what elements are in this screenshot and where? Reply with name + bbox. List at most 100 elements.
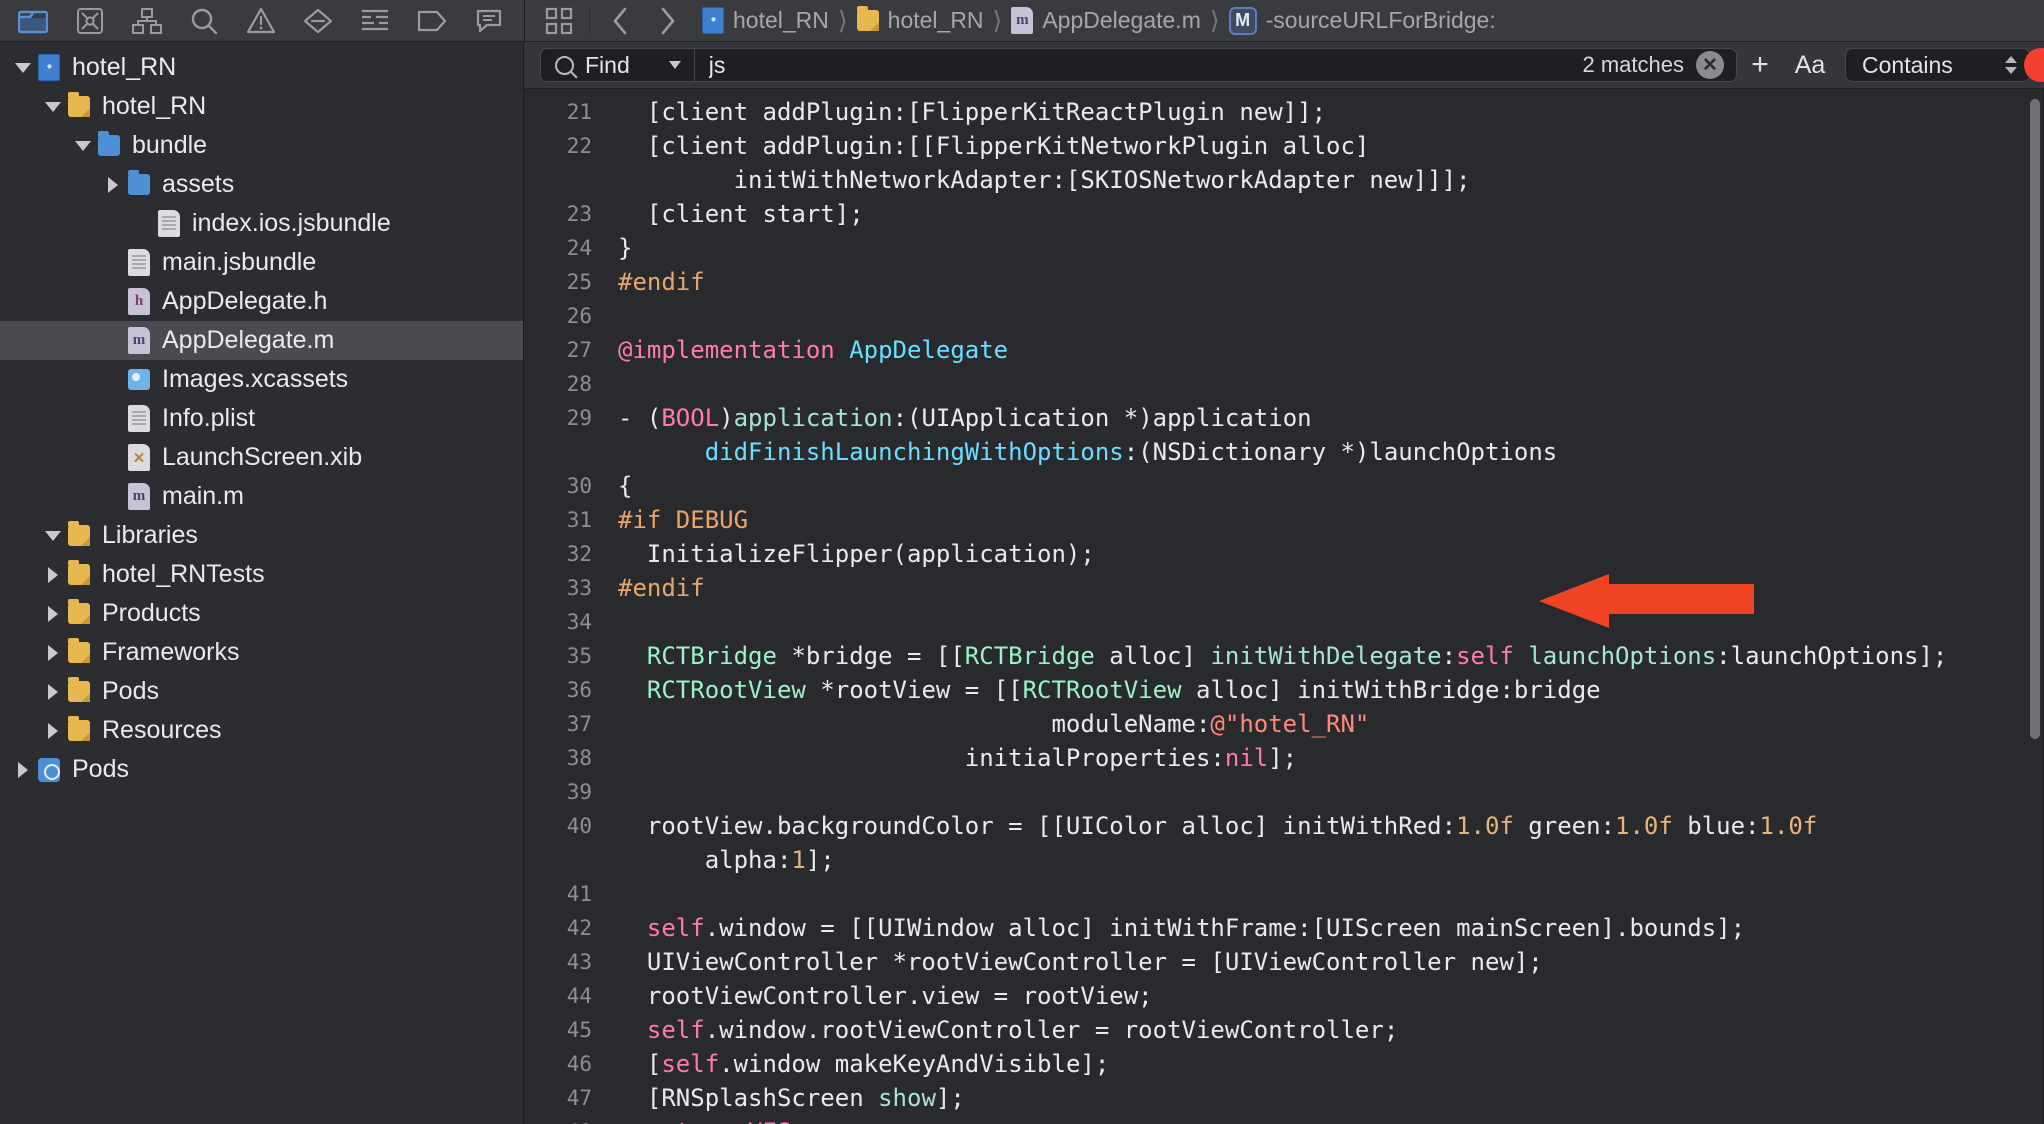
code-line[interactable]: #endif xyxy=(618,571,2044,605)
code-line[interactable]: moduleName:@"hotel_RN" xyxy=(618,707,2044,741)
source-control-icon[interactable] xyxy=(61,2,118,40)
match-style-selector[interactable]: Contains xyxy=(1845,48,2030,82)
code-line[interactable]: RCTRootView *rootView = [[RCTRootView al… xyxy=(618,673,2044,707)
code-line[interactable]: rootView.backgroundColor = [[UIColor all… xyxy=(618,809,2044,843)
code-line[interactable]: didFinishLaunchingWithOptions:(NSDiction… xyxy=(618,435,2044,469)
code-line[interactable]: InitializeFlipper(application); xyxy=(618,537,2044,571)
folder-icon xyxy=(68,638,90,663)
test-diamond-icon[interactable] xyxy=(289,2,346,40)
sidebar-item-resources[interactable]: Resources xyxy=(0,711,523,750)
add-search-button[interactable]: + xyxy=(1737,45,1783,85)
disclosure-open-icon[interactable] xyxy=(40,101,66,112)
code-line[interactable]: [RNSplashScreen show]; xyxy=(618,1081,2044,1115)
sidebar-item-launchscreen-xib[interactable]: ✕ LaunchScreen.xib xyxy=(0,438,523,477)
code-line[interactable]: return YES; xyxy=(618,1115,2044,1124)
project-navigator[interactable]: hotel_RN hotel_RN bundle assets index.ios.js… xyxy=(0,42,524,1124)
grid-icon[interactable] xyxy=(531,2,587,40)
warning-triangle-icon[interactable] xyxy=(232,2,289,40)
code-line[interactable]: { xyxy=(618,469,2044,503)
tag-icon[interactable] xyxy=(403,2,460,40)
code-line[interactable]: initialProperties:nil]; xyxy=(618,741,2044,775)
disclosure-open-icon[interactable] xyxy=(70,140,96,151)
code-token: rootViewController.view = rootView; xyxy=(618,982,1153,1010)
code-token: ) xyxy=(719,404,734,432)
sidebar-item-products[interactable]: Products xyxy=(0,594,523,633)
sidebar-item-main-jsbundle[interactable]: main.jsbundle xyxy=(0,243,523,282)
breadcrumb-label: hotel_RN xyxy=(887,7,984,33)
clear-search-icon[interactable]: ✕ xyxy=(1696,51,1724,79)
folder-icon xyxy=(68,677,90,702)
sidebar-item-libraries[interactable]: Libraries xyxy=(0,516,523,555)
navigate-forward-button[interactable] xyxy=(644,2,692,40)
disclosure-closed-icon[interactable] xyxy=(40,722,66,739)
breadcrumb-item-project[interactable]: hotel_RN xyxy=(702,7,829,34)
find-scope-selector[interactable]: Find xyxy=(541,49,694,81)
code-line[interactable] xyxy=(618,775,2044,809)
code-line[interactable]: [self.window makeKeyAndVisible]; xyxy=(618,1047,2044,1081)
disclosure-open-icon[interactable] xyxy=(40,530,66,541)
objc-file-icon: m xyxy=(1011,7,1034,34)
sidebar-item-hotel-rntests[interactable]: hotel_RNTests xyxy=(0,555,523,594)
code-line[interactable] xyxy=(618,605,2044,639)
debug-list-icon[interactable] xyxy=(346,2,403,40)
code-line[interactable]: UIViewController *rootViewController = [… xyxy=(618,945,2044,979)
code-line[interactable]: rootViewController.view = rootView; xyxy=(618,979,2044,1013)
breadcrumb-item-folder[interactable]: hotel_RN xyxy=(856,6,984,34)
search-input[interactable] xyxy=(694,51,1583,79)
match-case-button[interactable]: Aa xyxy=(1783,45,1837,85)
navigate-back-button[interactable] xyxy=(596,2,644,40)
code-line[interactable]: @implementation AppDelegate xyxy=(618,333,2044,367)
disclosure-closed-icon[interactable] xyxy=(10,761,36,778)
sidebar-item-appdelegate-m[interactable]: m AppDelegate.m xyxy=(0,321,523,360)
code-line[interactable]: - (BOOL)application:(UIApplication *)app… xyxy=(618,401,2044,435)
code-line[interactable] xyxy=(618,877,2044,911)
code-token: #endif xyxy=(618,268,705,296)
sidebar-item-assets[interactable]: assets xyxy=(0,165,523,204)
code-line[interactable]: self.window.rootViewController = rootVie… xyxy=(618,1013,2044,1047)
sidebar-item-hotel-rn[interactable]: hotel_RN xyxy=(0,87,523,126)
search-icon[interactable] xyxy=(175,2,232,40)
sidebar-item-label: Products xyxy=(102,599,201,627)
disclosure-closed-icon[interactable] xyxy=(100,176,126,193)
code-line[interactable]: alpha:1]; xyxy=(618,843,2044,877)
stepper-icon[interactable] xyxy=(2005,56,2017,74)
code-line[interactable]: initWithNetworkAdapter:[SKIOSNetworkAdap… xyxy=(618,163,2044,197)
code-line[interactable]: #endif xyxy=(618,265,2044,299)
code-token: #endif xyxy=(618,574,705,602)
code-editor[interactable]: 21 22 23 24 25 26 27 28 29 30 31 32 33 34 35 36 37 38 39 40… xyxy=(524,89,2044,1124)
vertical-scrollbar[interactable] xyxy=(2030,99,2040,739)
code-line[interactable]: [client addPlugin:[FlipperKitReactPlugin… xyxy=(618,95,2044,129)
sidebar-item-index-ios-jsbundle[interactable]: index.ios.jsbundle xyxy=(0,204,523,243)
disclosure-open-icon[interactable] xyxy=(10,62,36,73)
sidebar-item-info-plist[interactable]: Info.plist xyxy=(0,399,523,438)
breadcrumb-item-file[interactable]: m AppDelegate.m xyxy=(1011,7,1201,34)
disclosure-closed-icon[interactable] xyxy=(40,605,66,622)
sidebar-item-pods[interactable]: Pods xyxy=(0,750,523,789)
sidebar-item-hotel-rn[interactable]: hotel_RN xyxy=(0,48,523,87)
code-line[interactable]: RCTBridge *bridge = [[RCTBridge alloc] i… xyxy=(618,639,2044,673)
sidebar-item-frameworks[interactable]: Frameworks xyxy=(0,633,523,672)
breadcrumb-item-method[interactable]: M -sourceURLForBridge: xyxy=(1228,6,1496,35)
code-line[interactable]: self.window = [[UIWindow alloc] initWith… xyxy=(618,911,2044,945)
code-line[interactable]: } xyxy=(618,231,2044,265)
sidebar-item-main-m[interactable]: m main.m xyxy=(0,477,523,516)
code-token: [RNSplashScreen xyxy=(618,1084,879,1112)
disclosure-closed-icon[interactable] xyxy=(40,566,66,583)
sidebar-item-images-xcassets[interactable]: Images.xcassets xyxy=(0,360,523,399)
sidebar-item-pods[interactable]: Pods xyxy=(0,672,523,711)
source-code[interactable]: [client addPlugin:[FlipperKitReactPlugin… xyxy=(602,89,2044,1124)
symbol-hierarchy-icon[interactable] xyxy=(118,2,175,40)
sidebar-item-appdelegate-h[interactable]: h AppDelegate.h xyxy=(0,282,523,321)
disclosure-closed-icon[interactable] xyxy=(40,644,66,661)
find-field-group[interactable]: Find 2 matches ✕ xyxy=(540,48,1737,82)
disclosure-closed-icon[interactable] xyxy=(40,683,66,700)
report-icon[interactable] xyxy=(460,2,517,40)
code-line[interactable] xyxy=(618,367,2044,401)
code-line[interactable]: #if DEBUG xyxy=(618,503,2044,537)
code-line[interactable] xyxy=(618,299,2044,333)
chevron-down-icon[interactable] xyxy=(668,61,681,69)
folder-icon[interactable] xyxy=(4,2,61,40)
sidebar-item-bundle[interactable]: bundle xyxy=(0,126,523,165)
code-line[interactable]: [client start]; xyxy=(618,197,2044,231)
code-line[interactable]: [client addPlugin:[[FlipperKitNetworkPlu… xyxy=(618,129,2044,163)
